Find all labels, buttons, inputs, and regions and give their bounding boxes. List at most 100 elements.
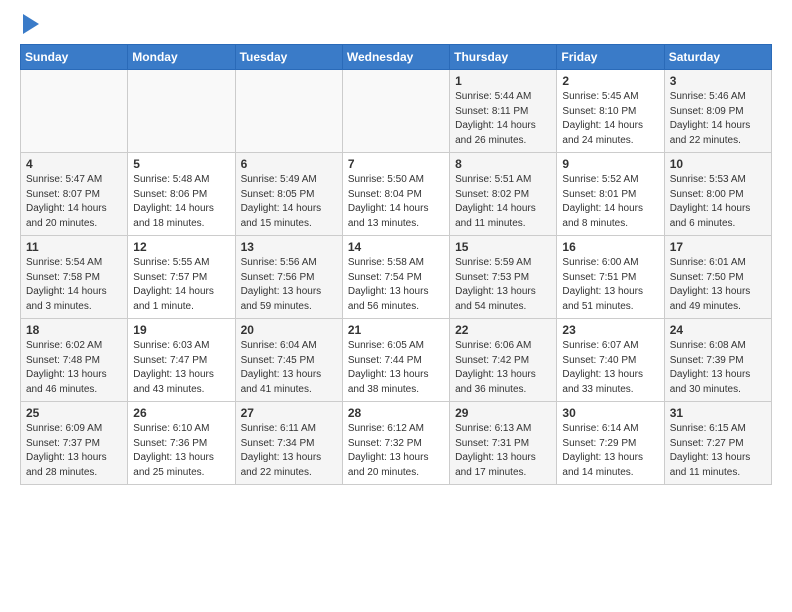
weekday-header-sunday: Sunday bbox=[21, 45, 128, 70]
calendar-cell: 9Sunrise: 5:52 AM Sunset: 8:01 PM Daylig… bbox=[557, 153, 664, 236]
day-info: Sunrise: 5:44 AM Sunset: 8:11 PM Dayligh… bbox=[455, 90, 551, 148]
day-info: Sunrise: 5:56 AM Sunset: 7:56 PM Dayligh… bbox=[241, 256, 337, 314]
calendar-cell: 17Sunrise: 6:01 AM Sunset: 7:50 PM Dayli… bbox=[664, 236, 771, 319]
calendar-cell: 29 Sunrise: 6:13 AM Sunset: 7:31 PM Dayli… bbox=[450, 402, 557, 485]
calendar-cell: 26 Sunrise: 6:10 AM Sunset: 7:36 PM Dayli… bbox=[128, 402, 235, 485]
day-number: 10 bbox=[670, 157, 766, 171]
day-number: 19 bbox=[133, 323, 229, 337]
day-info: Sunrise: 5:53 AM Sunset: 8:00 PM Dayligh… bbox=[670, 173, 766, 231]
day-info: Sunrise: 6:05 AM Sunset: 7:44 PM Dayligh… bbox=[348, 339, 444, 397]
day-number: 21 bbox=[348, 323, 444, 337]
day-number: 1 bbox=[455, 74, 551, 88]
day-info: Sunrise: 5:47 AM Sunset: 8:07 PM Dayligh… bbox=[26, 173, 122, 231]
calendar-cell: 31Sunrise: 6:15 AM Sunset: 7:27 PM Dayli… bbox=[664, 402, 771, 485]
calendar-cell: 6 Sunrise: 5:49 AM Sunset: 8:05 PM Daylig… bbox=[235, 153, 342, 236]
calendar-cell: 24 Sunrise: 6:08 AM Sunset: 7:39 PM Dayli… bbox=[664, 319, 771, 402]
day-info: Sunrise: 5:58 AM Sunset: 7:54 PM Dayligh… bbox=[348, 256, 444, 314]
logo bbox=[20, 16, 39, 34]
calendar-cell bbox=[128, 70, 235, 153]
day-info: Sunrise: 5:54 AM Sunset: 7:58 PM Dayligh… bbox=[26, 256, 122, 314]
day-number: 2 bbox=[562, 74, 658, 88]
weekday-header-saturday: Saturday bbox=[664, 45, 771, 70]
day-number: 8 bbox=[455, 157, 551, 171]
day-info: Sunrise: 6:15 AM Sunset: 7:27 PM Dayligh… bbox=[670, 422, 766, 480]
calendar-cell: 21 Sunrise: 6:05 AM Sunset: 7:44 PM Dayli… bbox=[342, 319, 449, 402]
day-info: Sunrise: 6:10 AM Sunset: 7:36 PM Dayligh… bbox=[133, 422, 229, 480]
calendar-cell: 13Sunrise: 5:56 AM Sunset: 7:56 PM Dayli… bbox=[235, 236, 342, 319]
day-number: 11 bbox=[26, 240, 122, 254]
day-number: 28 bbox=[348, 406, 444, 420]
calendar-cell: 7 Sunrise: 5:50 AM Sunset: 8:04 PM Daylig… bbox=[342, 153, 449, 236]
weekday-header-monday: Monday bbox=[128, 45, 235, 70]
calendar-cell bbox=[21, 70, 128, 153]
week-row-3: 11 Sunrise: 5:54 AM Sunset: 7:58 PM Dayli… bbox=[21, 236, 772, 319]
calendar-cell: 19 Sunrise: 6:03 AM Sunset: 7:47 PM Dayli… bbox=[128, 319, 235, 402]
day-number: 26 bbox=[133, 406, 229, 420]
calendar-cell: 20 Sunrise: 6:04 AM Sunset: 7:45 PM Dayli… bbox=[235, 319, 342, 402]
day-info: Sunrise: 5:49 AM Sunset: 8:05 PM Dayligh… bbox=[241, 173, 337, 231]
day-number: 6 bbox=[241, 157, 337, 171]
day-number: 25 bbox=[26, 406, 122, 420]
day-info: Sunrise: 5:48 AM Sunset: 8:06 PM Dayligh… bbox=[133, 173, 229, 231]
day-info: Sunrise: 6:08 AM Sunset: 7:39 PM Dayligh… bbox=[670, 339, 766, 397]
day-info: Sunrise: 5:59 AM Sunset: 7:53 PM Dayligh… bbox=[455, 256, 551, 314]
weekday-header-friday: Friday bbox=[557, 45, 664, 70]
day-info: Sunrise: 5:50 AM Sunset: 8:04 PM Dayligh… bbox=[348, 173, 444, 231]
day-info: Sunrise: 5:51 AM Sunset: 8:02 PM Dayligh… bbox=[455, 173, 551, 231]
header bbox=[20, 16, 772, 34]
day-info: Sunrise: 6:01 AM Sunset: 7:50 PM Dayligh… bbox=[670, 256, 766, 314]
calendar-cell: 22 Sunrise: 6:06 AM Sunset: 7:42 PM Dayli… bbox=[450, 319, 557, 402]
day-info: Sunrise: 5:55 AM Sunset: 7:57 PM Dayligh… bbox=[133, 256, 229, 314]
weekday-header-wednesday: Wednesday bbox=[342, 45, 449, 70]
logo-arrow-icon bbox=[23, 14, 39, 34]
calendar-cell: 8 Sunrise: 5:51 AM Sunset: 8:02 PM Daylig… bbox=[450, 153, 557, 236]
calendar-cell: 10 Sunrise: 5:53 AM Sunset: 8:00 PM Dayli… bbox=[664, 153, 771, 236]
day-info: Sunrise: 6:12 AM Sunset: 7:32 PM Dayligh… bbox=[348, 422, 444, 480]
calendar-cell: 14 Sunrise: 5:58 AM Sunset: 7:54 PM Dayli… bbox=[342, 236, 449, 319]
day-info: Sunrise: 6:13 AM Sunset: 7:31 PM Dayligh… bbox=[455, 422, 551, 480]
calendar-table: SundayMondayTuesdayWednesdayThursdayFrid… bbox=[20, 44, 772, 485]
day-info: Sunrise: 6:11 AM Sunset: 7:34 PM Dayligh… bbox=[241, 422, 337, 480]
calendar-cell: 15 Sunrise: 5:59 AM Sunset: 7:53 PM Dayli… bbox=[450, 236, 557, 319]
calendar-cell: 5 Sunrise: 5:48 AM Sunset: 8:06 PM Daylig… bbox=[128, 153, 235, 236]
day-number: 3 bbox=[670, 74, 766, 88]
day-info: Sunrise: 5:45 AM Sunset: 8:10 PM Dayligh… bbox=[562, 90, 658, 148]
day-number: 22 bbox=[455, 323, 551, 337]
day-info: Sunrise: 6:04 AM Sunset: 7:45 PM Dayligh… bbox=[241, 339, 337, 397]
day-info: Sunrise: 6:07 AM Sunset: 7:40 PM Dayligh… bbox=[562, 339, 658, 397]
day-number: 30 bbox=[562, 406, 658, 420]
day-number: 5 bbox=[133, 157, 229, 171]
calendar-cell bbox=[235, 70, 342, 153]
day-number: 29 bbox=[455, 406, 551, 420]
calendar-cell: 30Sunrise: 6:14 AM Sunset: 7:29 PM Dayli… bbox=[557, 402, 664, 485]
day-number: 15 bbox=[455, 240, 551, 254]
calendar-cell: 4 Sunrise: 5:47 AM Sunset: 8:07 PM Daylig… bbox=[21, 153, 128, 236]
calendar-cell: 1 Sunrise: 5:44 AM Sunset: 8:11 PM Daylig… bbox=[450, 70, 557, 153]
weekday-header-tuesday: Tuesday bbox=[235, 45, 342, 70]
day-info: Sunrise: 6:09 AM Sunset: 7:37 PM Dayligh… bbox=[26, 422, 122, 480]
day-info: Sunrise: 6:02 AM Sunset: 7:48 PM Dayligh… bbox=[26, 339, 122, 397]
week-row-2: 4 Sunrise: 5:47 AM Sunset: 8:07 PM Daylig… bbox=[21, 153, 772, 236]
calendar-cell: 2 Sunrise: 5:45 AM Sunset: 8:10 PM Daylig… bbox=[557, 70, 664, 153]
calendar-cell: 23 Sunrise: 6:07 AM Sunset: 7:40 PM Dayli… bbox=[557, 319, 664, 402]
calendar-cell: 16Sunrise: 6:00 AM Sunset: 7:51 PM Dayli… bbox=[557, 236, 664, 319]
day-number: 20 bbox=[241, 323, 337, 337]
calendar-cell: 3 Sunrise: 5:46 AM Sunset: 8:09 PM Daylig… bbox=[664, 70, 771, 153]
day-number: 23 bbox=[562, 323, 658, 337]
day-number: 7 bbox=[348, 157, 444, 171]
day-number: 14 bbox=[348, 240, 444, 254]
day-info: Sunrise: 6:03 AM Sunset: 7:47 PM Dayligh… bbox=[133, 339, 229, 397]
calendar-cell: 11 Sunrise: 5:54 AM Sunset: 7:58 PM Dayli… bbox=[21, 236, 128, 319]
weekday-header-thursday: Thursday bbox=[450, 45, 557, 70]
calendar-cell: 27Sunrise: 6:11 AM Sunset: 7:34 PM Dayli… bbox=[235, 402, 342, 485]
week-row-5: 25 Sunrise: 6:09 AM Sunset: 7:37 PM Dayli… bbox=[21, 402, 772, 485]
day-number: 4 bbox=[26, 157, 122, 171]
day-number: 12 bbox=[133, 240, 229, 254]
calendar-cell: 18Sunrise: 6:02 AM Sunset: 7:48 PM Dayli… bbox=[21, 319, 128, 402]
calendar-cell: 28 Sunrise: 6:12 AM Sunset: 7:32 PM Dayli… bbox=[342, 402, 449, 485]
week-row-4: 18Sunrise: 6:02 AM Sunset: 7:48 PM Dayli… bbox=[21, 319, 772, 402]
day-info: Sunrise: 5:46 AM Sunset: 8:09 PM Dayligh… bbox=[670, 90, 766, 148]
day-info: Sunrise: 6:06 AM Sunset: 7:42 PM Dayligh… bbox=[455, 339, 551, 397]
calendar-cell: 12 Sunrise: 5:55 AM Sunset: 7:57 PM Dayli… bbox=[128, 236, 235, 319]
day-number: 24 bbox=[670, 323, 766, 337]
